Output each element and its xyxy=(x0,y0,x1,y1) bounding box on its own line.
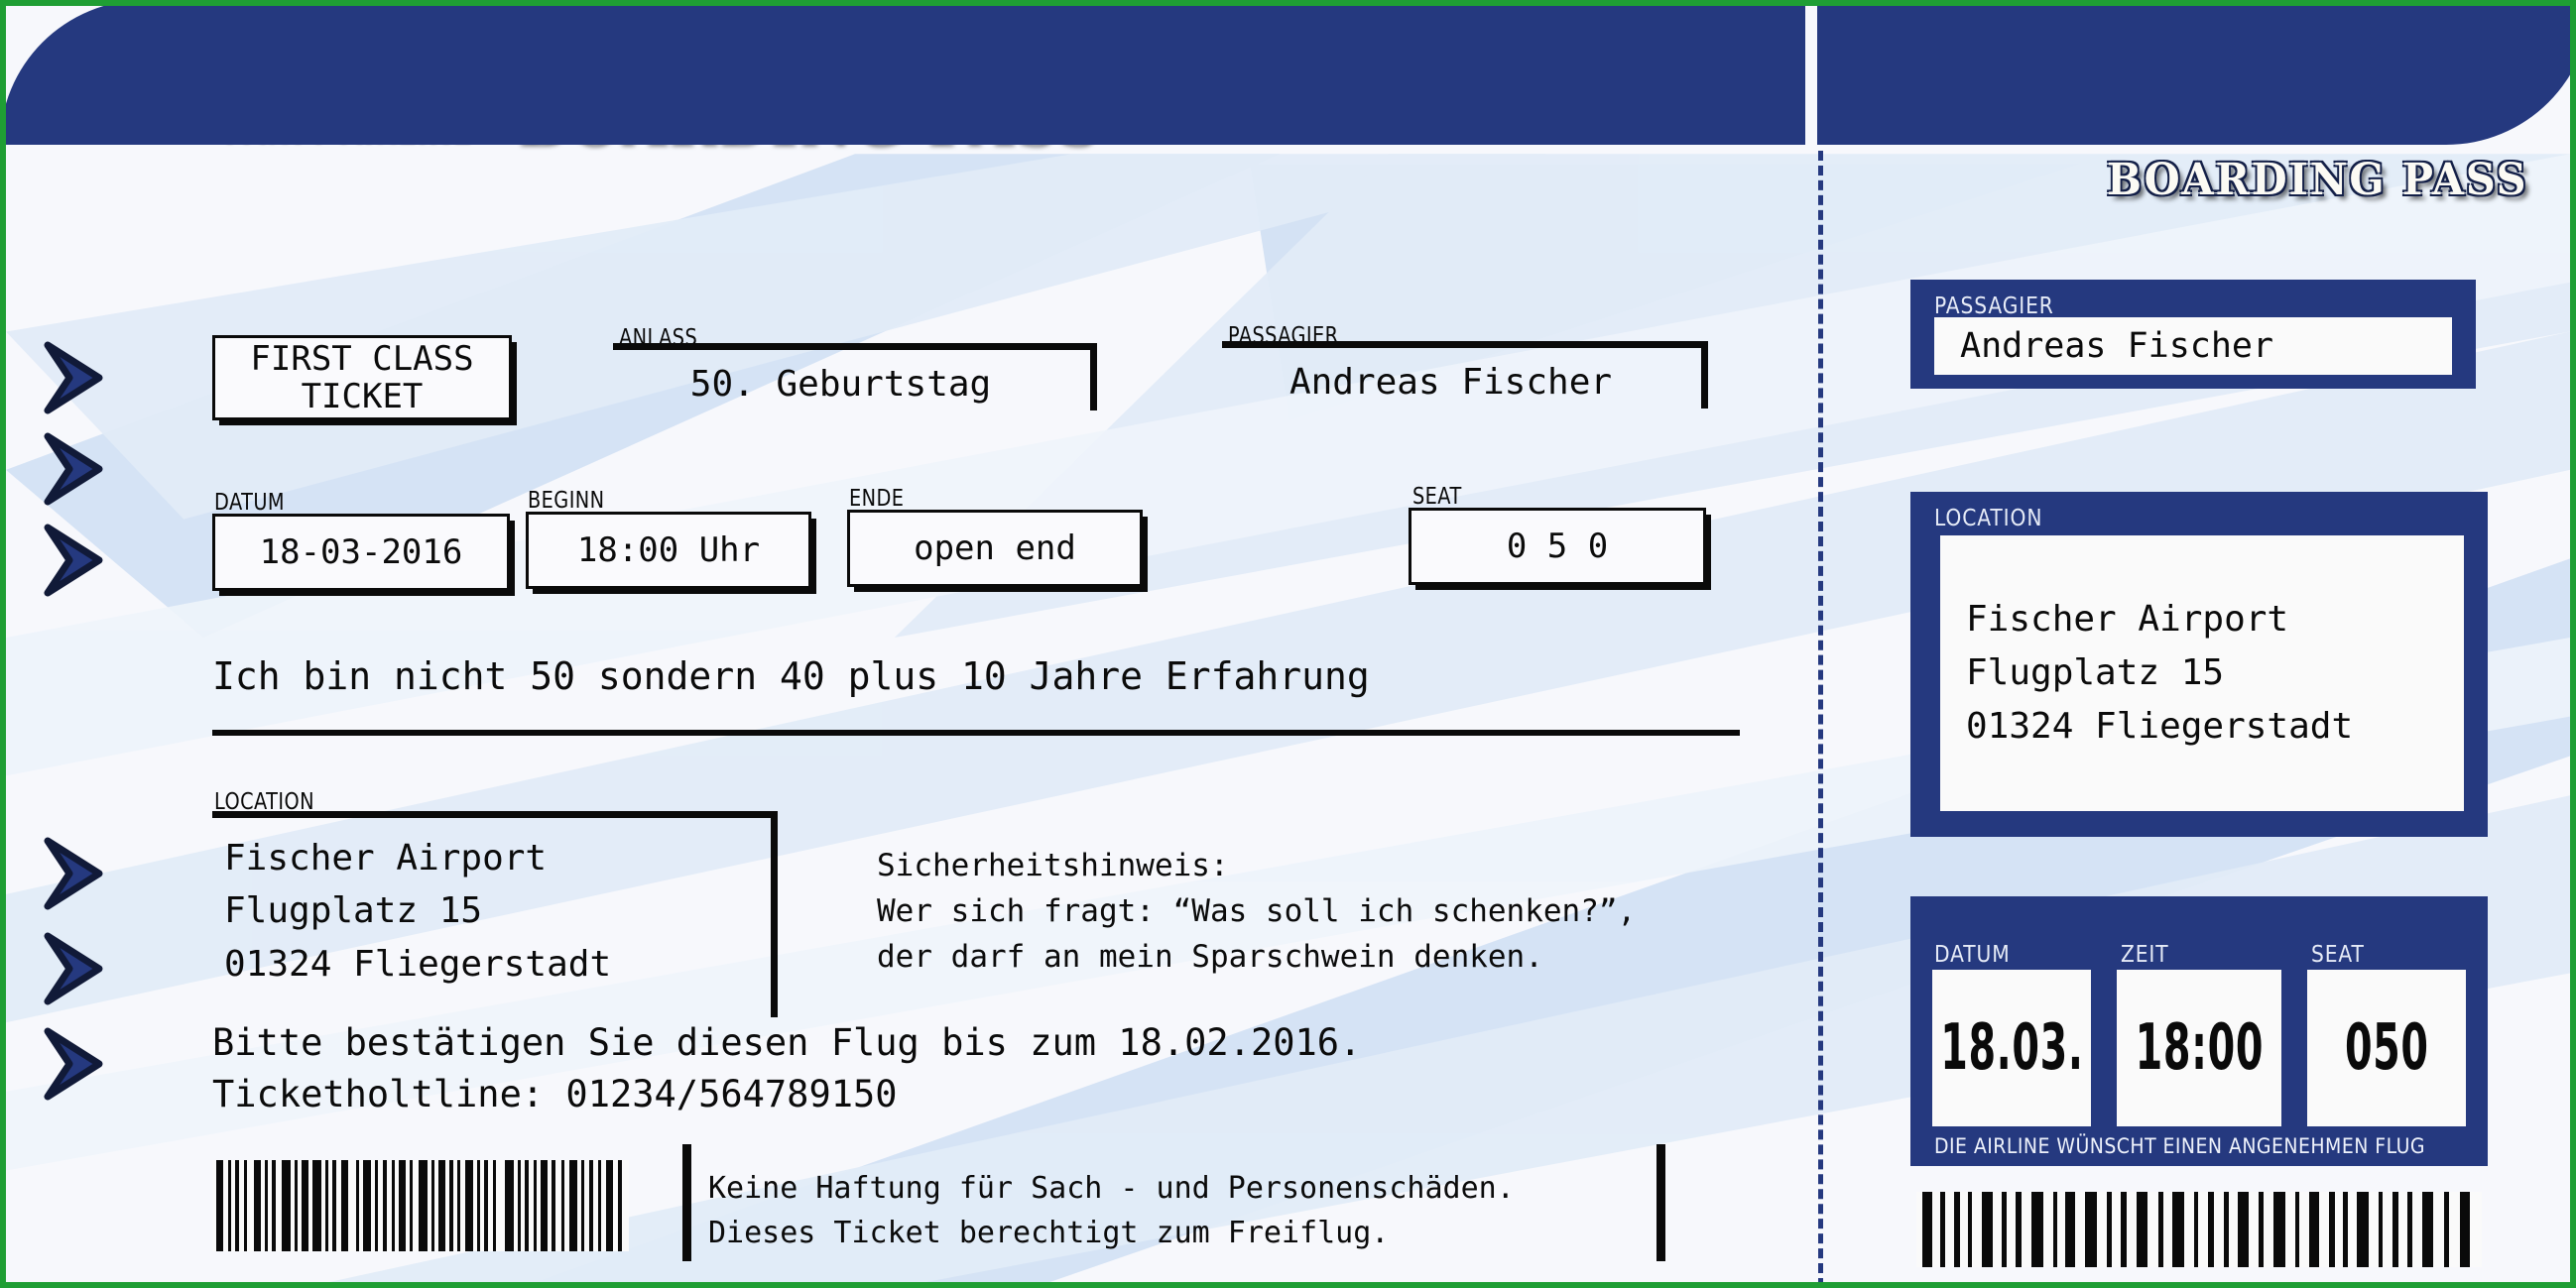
stub-footer-text: DIE AIRLINE WÜNSCHT EINEN ANGENEHMEN FLU… xyxy=(1934,1134,2425,1158)
beginn-label: BEGINN xyxy=(528,488,605,514)
stub-passagier-value: Andreas Fischer xyxy=(1960,326,2274,366)
passagier-field: Andreas Fischer xyxy=(1222,341,1708,409)
ticket-class-value: FIRST CLASS TICKET xyxy=(250,338,474,416)
stub-passagier-box: Andreas Fischer xyxy=(1934,317,2452,375)
seat-value: 0 5 0 xyxy=(1506,526,1609,566)
slogan-rule xyxy=(212,730,1740,736)
disclaimer-left-bar xyxy=(682,1144,691,1261)
stub-location-card: LOCATION Fischer Airport Flugplatz 15 01… xyxy=(1910,492,2488,837)
confirm-line-1: Bitte bestätigen Sie diesen Flug bis zum… xyxy=(212,1021,1362,1064)
security-notice-text: Sicherheitshinweis: Wer sich fragt: “Was… xyxy=(877,848,1637,975)
ende-label: ENDE xyxy=(849,486,905,512)
anlass-value: 50. Geburtstag xyxy=(689,364,992,405)
stub-details-card: DATUM 18.03. ZEIT 18:00 SEAT 050 DIE AIR… xyxy=(1910,896,2488,1166)
ende-value: open end xyxy=(914,527,1076,568)
disclaimer-right-bar xyxy=(1656,1144,1665,1261)
beginn-box: 18:00 Uhr xyxy=(526,512,811,589)
stub-datum-box: 18.03. xyxy=(1932,970,2091,1126)
stub-datum-label: DATUM xyxy=(1934,942,2011,968)
seat-label: SEAT xyxy=(1412,484,1462,510)
stub-zeit-label: ZEIT xyxy=(2121,942,2169,968)
stub-datum-value: 18.03. xyxy=(1939,1011,2084,1085)
disclaimer-text: Keine Haftung für Sach - und Personensch… xyxy=(708,1171,1515,1250)
location-field: Fischer Airport Flugplatz 15 01324 Flieg… xyxy=(212,811,778,1017)
datum-value: 18-03-2016 xyxy=(259,531,463,572)
stub-passagier-label: PASSAGIER xyxy=(1934,293,2054,319)
datum-box: 18-03-2016 xyxy=(212,514,510,591)
location-value: Fischer Airport Flugplatz 15 01324 Flieg… xyxy=(224,838,612,985)
stub-header-bar xyxy=(1817,6,2570,145)
stub-seat-value: 050 xyxy=(2344,1011,2429,1085)
slogan-text: Ich bin nicht 50 sondern 40 plus 10 Jahr… xyxy=(212,654,1370,698)
stub-passenger-card: PASSAGIER Andreas Fischer xyxy=(1910,280,2476,389)
ende-box: open end xyxy=(847,510,1143,587)
datum-label: DATUM xyxy=(214,490,285,516)
main-header-bar xyxy=(6,6,1805,145)
stub-page-title: BOARDING PASS xyxy=(2107,155,2528,205)
barcode-icon xyxy=(1916,1192,2482,1267)
stub-zeit-value: 18:00 xyxy=(2135,1011,2264,1085)
anlass-field: 50. Geburtstag xyxy=(613,343,1097,410)
stub-location-value: Fischer Airport Flugplatz 15 01324 Flieg… xyxy=(1966,599,2354,747)
confirm-line-2: Ticketholtline: 01234/564789150 xyxy=(212,1073,898,1115)
stub-seat-box: 050 xyxy=(2307,970,2466,1126)
stub-location-label: LOCATION xyxy=(1934,506,2043,531)
stub-zeit-box: 18:00 xyxy=(2117,970,2281,1126)
seat-box: 0 5 0 xyxy=(1409,508,1706,585)
stub-seat-label: SEAT xyxy=(2311,942,2365,968)
beginn-value: 18:00 Uhr xyxy=(576,529,761,570)
boarding-pass-ticket: PARTY AIRLINE BOARDING PASS PARTY AIRLIN… xyxy=(0,0,2576,1288)
perforation-divider xyxy=(1818,151,1823,1282)
ticket-class-box: FIRST CLASS TICKET xyxy=(212,335,512,420)
barcode-icon xyxy=(212,1160,629,1251)
passagier-value: Andreas Fischer xyxy=(1288,362,1613,403)
stub-location-box: Fischer Airport Flugplatz 15 01324 Flieg… xyxy=(1940,535,2464,811)
